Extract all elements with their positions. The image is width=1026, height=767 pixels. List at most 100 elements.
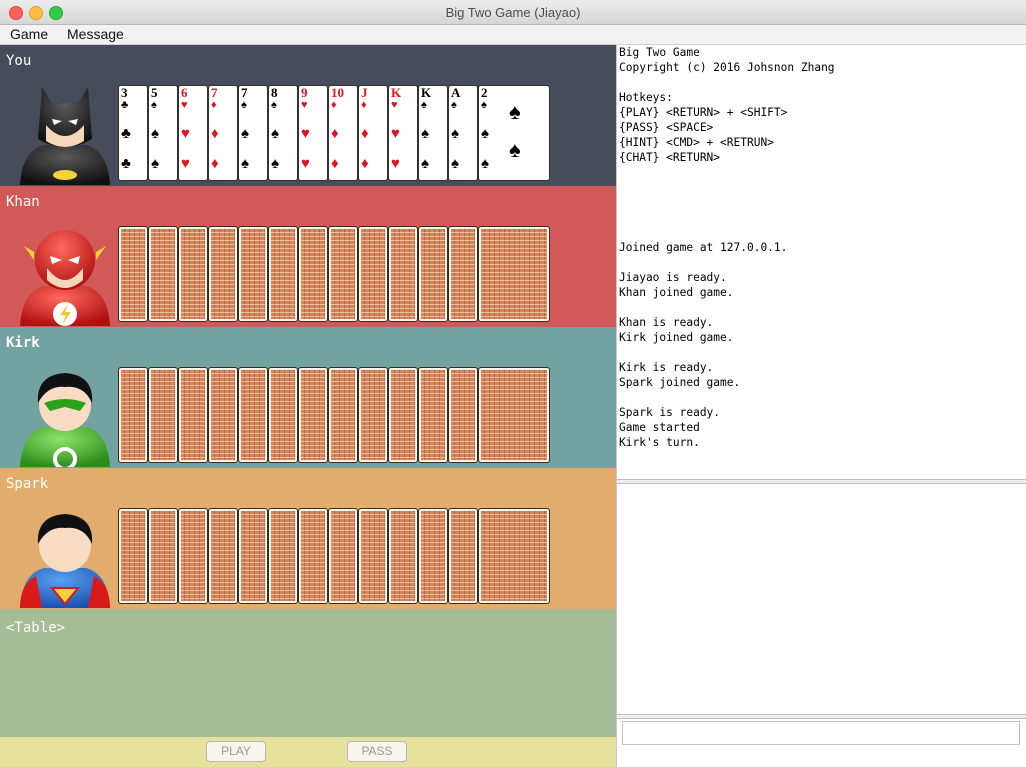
card-rank: A [451,85,461,100]
playing-card[interactable]: 5 ♠ ♠ ♠ [148,85,178,181]
card-suit: ♠ [451,99,457,111]
card-back [178,226,208,322]
card-pip: ♦ [361,125,369,142]
card-back [238,226,268,322]
card-pip: ♥ [181,155,190,172]
card-pip: ♠ [481,155,489,172]
card-back [298,508,328,604]
message-line [619,345,1024,360]
card-back [478,367,550,463]
playing-card[interactable]: 2 ♠ ♠ ♠ ♠ ♠ [478,85,550,181]
message-line [619,75,1024,90]
message-line: Jiayao is ready. [619,271,727,284]
card-suit: ♠ [241,99,247,111]
chat-divider[interactable] [617,714,1026,719]
playing-card[interactable]: J ♦ ♦ ♦ [358,85,388,181]
card-back [208,226,238,322]
card-back [358,367,388,463]
playing-card[interactable]: 9 ♥ ♥ ♥ [298,85,328,181]
message-line: Kirk joined game. [619,331,734,344]
card-rank: 5 [151,85,158,100]
card-back [478,508,550,604]
card-pip: ♥ [301,155,310,172]
window-titlebar: Big Two Game (Jiayao) [0,0,1026,25]
card-back [448,367,478,463]
card-suit: ♠ [151,99,157,111]
card-back [268,508,298,604]
playing-card[interactable]: 6 ♥ ♥ ♥ [178,85,208,181]
message-line: {PASS} <SPACE> [619,121,714,134]
play-button[interactable]: PLAY [206,741,266,762]
player-row-spark: Spark [0,468,616,609]
card-back [388,367,418,463]
card-rank: 7 [211,85,218,100]
card-back [358,508,388,604]
card-back [418,367,448,463]
card-suit: ♦ [331,99,337,111]
playing-card[interactable]: K ♥ ♥ ♥ [388,85,418,181]
message-line: {CHAT} <RETURN> [619,151,721,164]
card-rank: 2 [481,85,488,100]
message-line: Joined game at 127.0.0.1. [619,241,788,254]
message-line: Hotkeys: [619,91,673,104]
green-lantern-avatar [20,373,110,467]
card-rank: 3 [121,85,128,100]
card-pip: ♠ [509,137,521,162]
card-back [328,226,358,322]
playing-card[interactable]: 7 ♦ ♦ ♦ [208,85,238,181]
card-back [148,508,178,604]
player-name-khan: Khan [6,194,40,210]
card-pip: ♥ [391,155,400,172]
card-pip: ♥ [301,125,310,142]
card-pip: ♠ [151,155,159,172]
menu-message[interactable]: Message [67,26,124,42]
playing-card[interactable]: A ♠ ♠ ♠ [448,85,478,181]
message-divider[interactable] [617,479,1026,484]
card-pip: ♦ [331,125,339,142]
message-line [619,390,1024,405]
card-pip: ♠ [481,125,489,142]
card-back [448,508,478,604]
button-bar: PLAY PASS [0,737,616,767]
card-back [118,226,148,322]
card-pip: ♦ [211,125,219,142]
playing-card[interactable]: 3 ♣ ♣ ♣ [118,85,148,181]
message-line [619,180,1024,195]
card-pip: ♠ [241,125,249,142]
playing-card[interactable]: 10 ♦ ♦ ♦ [328,85,358,181]
card-rank: 8 [271,85,278,100]
chat-input[interactable] [622,721,1020,745]
card-back [328,508,358,604]
menu-bar: Game Message [0,25,1026,45]
pass-button[interactable]: PASS [347,741,407,762]
card-back [268,367,298,463]
card-pip: ♦ [361,155,369,172]
card-back [388,226,418,322]
card-suit: ♣ [121,99,129,111]
table-area: <Table> [0,609,616,737]
card-back [238,367,268,463]
card-pip: ♠ [421,155,429,172]
playing-card[interactable]: 7 ♠ ♠ ♠ [238,85,268,181]
message-line [619,195,1024,210]
card-back [208,367,238,463]
player-row-khan: Khan [0,186,616,327]
message-log[interactable]: Big Two Game Copyright (c) 2016 Johsnon Z… [619,45,1024,477]
message-line: Khan joined game. [619,286,734,299]
card-suit: ♦ [211,99,217,111]
message-line: {HINT} <CMD> + <RETRUN> [619,136,774,149]
card-rank: J [361,85,368,100]
card-back [208,508,238,604]
card-rank: K [421,85,432,100]
message-line [619,255,1024,270]
card-pip: ♠ [451,155,459,172]
card-back [358,226,388,322]
playing-card[interactable]: 8 ♠ ♠ ♠ [268,85,298,181]
card-rank: 7 [241,85,248,100]
menu-game[interactable]: Game [10,26,48,42]
message-line: Kirk's turn. [619,436,700,449]
card-suit: ♥ [181,99,188,111]
card-back [478,226,550,322]
card-back [118,508,148,604]
playing-card[interactable]: K ♠ ♠ ♠ [418,85,448,181]
